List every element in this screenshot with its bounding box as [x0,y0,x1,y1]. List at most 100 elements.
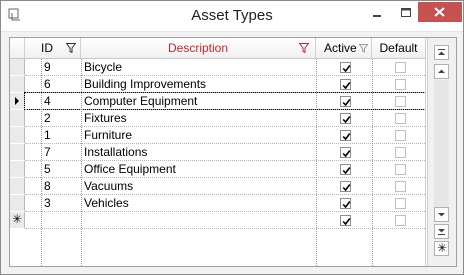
header-id[interactable]: ID [25,38,81,59]
scroll-track[interactable] [434,80,449,207]
table-row[interactable]: 4 Computer Equipment [24,92,426,110]
active-checkbox[interactable] [340,147,351,158]
table-row[interactable]: 3 Vehicles [25,195,425,211]
first-record-icon [438,49,445,55]
active-checkbox[interactable] [340,198,351,209]
table-row[interactable]: 1 Furniture [25,127,425,143]
scroll-top-button[interactable] [434,45,449,60]
scroll-up-button[interactable] [434,64,449,79]
cell-description[interactable]: Furniture [84,127,314,143]
row-selector[interactable] [10,178,25,194]
table-row[interactable]: 6 Building Improvements [25,76,425,92]
new-record-row[interactable] [25,212,425,228]
minimize-button[interactable] [366,4,388,22]
table-row[interactable]: 7 Installations [25,144,425,160]
active-checkbox[interactable] [340,164,351,175]
active-checkbox[interactable] [340,62,351,73]
default-checkbox[interactable] [395,113,406,124]
row-selector[interactable] [10,195,25,211]
chevron-up-icon [438,69,445,73]
new-record-button[interactable]: ✳ [434,241,449,256]
table-row[interactable]: 2 Fixtures [25,110,425,126]
table-row[interactable]: 8 Vacuums [25,178,425,194]
vertical-scrollbar[interactable]: ✳ [427,38,456,266]
active-checkbox[interactable] [340,96,351,107]
filter-icon[interactable] [359,44,368,53]
active-checkbox[interactable] [340,79,351,90]
row-selector[interactable] [10,110,25,126]
last-record-icon [438,229,445,235]
maximize-button[interactable] [395,4,417,22]
row-selector[interactable] [10,76,25,92]
asset-types-grid[interactable]: ID Description Active Default 9 Bicycle 6 B… [10,38,426,266]
row-selector[interactable] [10,144,25,160]
table-row[interactable]: 9 Bicycle [25,59,425,75]
new-record-icon: ✳ [437,241,448,255]
filter-active-icon[interactable] [299,43,309,53]
current-row-arrow-icon [15,97,19,105]
header-default-label: Default [379,41,418,55]
cell-id[interactable]: 7 [44,144,74,160]
default-checkbox[interactable] [395,62,406,73]
header-active[interactable]: Active [316,38,372,59]
cell-description[interactable]: Computer Equipment [84,93,314,109]
table-row[interactable]: 5 Office Equipment [25,161,425,177]
cell-description[interactable]: Installations [84,144,314,160]
column-divider [425,59,426,266]
active-checkbox[interactable] [340,113,351,124]
active-checkbox[interactable] [340,181,351,192]
default-checkbox[interactable] [395,147,406,158]
column-divider [41,59,42,266]
header-corner [10,38,25,59]
row-selector[interactable] [10,127,25,143]
asset-types-grid-panel: ID Description Active Default 9 Bicycle 6 B… [9,37,457,267]
column-divider [316,59,317,266]
cell-description[interactable]: Vacuums [84,178,314,194]
cell-id[interactable]: 4 [44,93,74,109]
cell-description[interactable]: Building Improvements [84,76,314,92]
window-title: Asset Types [191,7,273,24]
title-bar: Asset Types [1,1,463,32]
header-description[interactable]: Description [81,38,316,59]
row-selector[interactable] [10,59,25,75]
chevron-down-icon [438,213,445,217]
cell-id[interactable]: 2 [44,110,74,126]
default-checkbox[interactable] [395,130,406,141]
cell-description[interactable]: Office Equipment [84,161,314,177]
default-checkbox[interactable] [395,215,406,226]
column-divider [81,59,82,266]
cell-id[interactable]: 9 [44,59,74,75]
default-checkbox[interactable] [395,198,406,209]
cell-id[interactable]: 8 [44,178,74,194]
cell-description[interactable]: Fixtures [84,110,314,126]
header-description-label: Description [167,41,229,55]
new-row-icon: ✳ [12,212,23,226]
cell-id[interactable]: 5 [44,161,74,177]
header-id-label: ID [41,41,53,55]
row-selector[interactable] [10,161,25,177]
cell-description[interactable]: Vehicles [84,195,314,211]
cell-description[interactable]: Bicycle [84,59,314,75]
cell-id[interactable]: 6 [44,76,74,92]
active-checkbox[interactable] [340,130,351,141]
close-button[interactable] [418,2,462,22]
cell-id[interactable]: 1 [44,127,74,143]
active-checkbox[interactable] [340,215,351,226]
row-selector[interactable] [10,93,25,109]
new-row-selector[interactable]: ✳ [10,212,25,228]
default-checkbox[interactable] [395,164,406,175]
default-checkbox[interactable] [395,96,406,107]
default-checkbox[interactable] [395,79,406,90]
header-default[interactable]: Default [372,38,426,59]
scroll-bottom-button[interactable] [434,224,449,239]
row-divider [25,228,425,229]
minimize-icon [373,15,381,17]
default-checkbox[interactable] [395,181,406,192]
maximize-icon [401,8,411,17]
close-icon [434,7,445,17]
header-active-label: Active [324,41,357,55]
column-divider [372,59,373,266]
filter-icon[interactable] [66,43,76,53]
cell-id[interactable]: 3 [44,195,74,211]
scroll-down-button[interactable] [434,207,449,222]
